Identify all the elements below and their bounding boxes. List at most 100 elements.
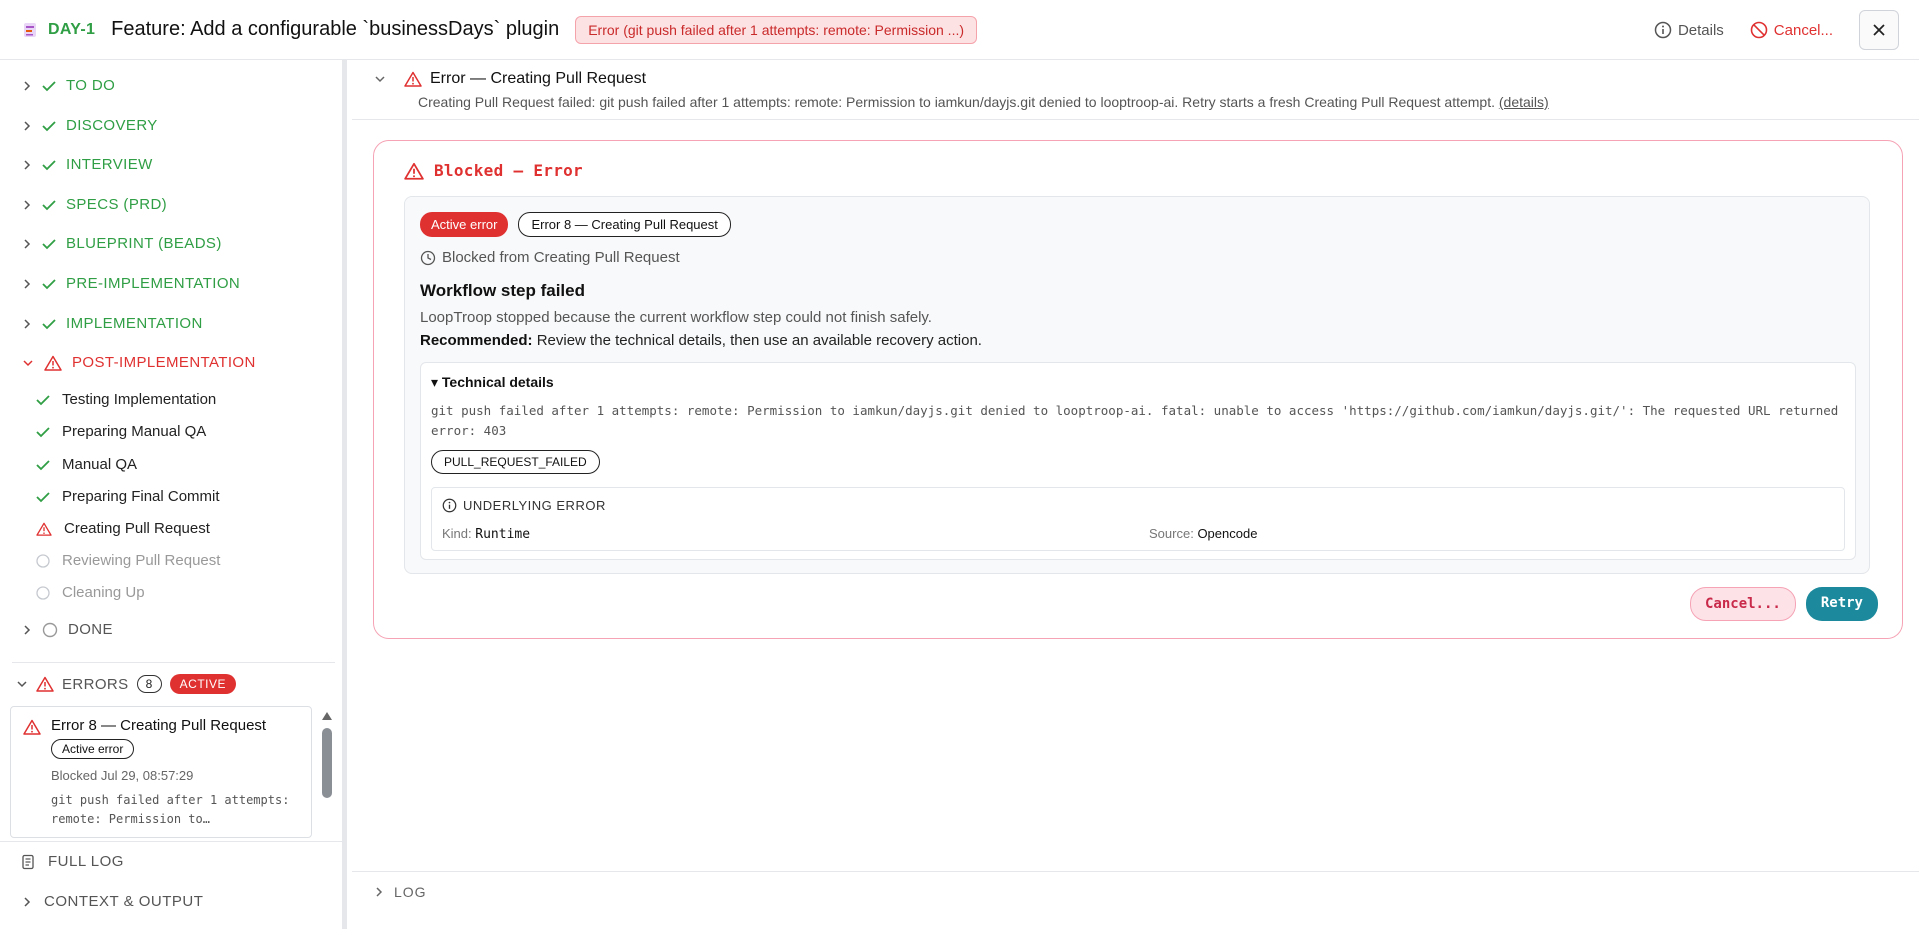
chevron-right-icon	[22, 318, 32, 330]
details-link[interactable]: (details)	[1499, 94, 1549, 110]
substep-testing-implementation[interactable]: Testing Implementation	[36, 391, 216, 408]
warning-icon	[44, 355, 62, 371]
blocked-from: Blocked from Creating Pull Request	[420, 249, 680, 266]
warning-icon	[404, 162, 434, 180]
blocked-title: Blocked — Error	[404, 161, 583, 180]
check-icon	[42, 318, 56, 330]
errors-scrollbar-thumb[interactable]	[322, 728, 332, 798]
phase-done[interactable]: DONE	[22, 621, 113, 638]
phase-interview[interactable]: INTERVIEW	[22, 156, 153, 173]
phase-label: POST-IMPLEMENTATION	[72, 354, 256, 371]
phase-discovery[interactable]: DISCOVERY	[22, 117, 158, 134]
active-error-badge: Active error	[420, 212, 509, 237]
blocked-from-text: Blocked from Creating Pull Request	[442, 249, 680, 266]
phase-label: INTERVIEW	[66, 156, 153, 173]
chevron-down-icon	[22, 358, 34, 368]
phase-post-implementation[interactable]: POST-IMPLEMENTATION	[22, 354, 256, 371]
error-kind: Kind: Runtime	[442, 526, 530, 542]
cancel-label: Cancel...	[1773, 21, 1833, 39]
error-detail-panel: Active error Error 8 — Creating Pull Req…	[404, 196, 1870, 574]
substep-reviewing-pull-request[interactable]: Reviewing Pull Request	[36, 552, 220, 569]
technical-details: ▾ Technical details git push failed afte…	[420, 362, 1856, 560]
error-source: Source: Opencode	[1149, 526, 1257, 541]
substep-label: Creating Pull Request	[64, 520, 210, 537]
substep-label: Cleaning Up	[62, 584, 145, 601]
error-header-title: Error — Creating Pull Request	[430, 70, 647, 87]
technical-details-toggle[interactable]: ▾ Technical details	[431, 374, 554, 391]
substep-label: Reviewing Pull Request	[62, 552, 221, 569]
check-icon	[42, 199, 56, 211]
phase-label: TO DO	[66, 77, 116, 94]
check-icon	[42, 80, 56, 92]
check-icon	[36, 459, 50, 471]
main-panel: Error — Creating Pull Request Creating P…	[352, 60, 1919, 929]
error-number-badge: Error 8 — Creating Pull Request	[518, 212, 731, 237]
chevron-right-icon	[374, 886, 394, 898]
phase-label: IMPLEMENTATION	[66, 315, 203, 332]
chevron-right-icon	[22, 624, 32, 636]
blocked-title-text: Blocked — Error	[434, 161, 583, 180]
log-toggle[interactable]: LOG	[374, 884, 427, 900]
full-log-label: FULL LOG	[48, 853, 124, 870]
chevron-down-icon	[374, 74, 394, 84]
phase-label: DONE	[68, 621, 113, 638]
substep-label: Preparing Manual QA	[62, 423, 207, 440]
cancel-button[interactable]: Cancel...	[1750, 21, 1833, 39]
source-value: Opencode	[1197, 526, 1258, 541]
substep-label: Testing Implementation	[62, 391, 217, 408]
error-header-toggle[interactable]: Error — Creating Pull Request	[374, 70, 1897, 88]
error-item-message: git push failed after 1 attempts: remote…	[51, 793, 290, 826]
chevron-right-icon	[22, 120, 32, 132]
pending-circle-icon	[36, 553, 50, 568]
substep-preparing-manual-qa[interactable]: Preparing Manual QA	[36, 423, 206, 440]
full-log-toggle[interactable]: FULL LOG	[20, 853, 124, 870]
kind-value: Runtime	[475, 527, 531, 542]
warning-icon	[36, 522, 52, 536]
chevron-right-icon	[22, 159, 32, 171]
check-icon	[42, 159, 56, 171]
source-label: Source:	[1149, 526, 1194, 541]
error-list-item[interactable]: Error 8 — Creating Pull Request Active e…	[10, 706, 312, 838]
log-label: LOG	[394, 884, 427, 900]
workflow-sidebar: TO DO DISCOVERY INTERVIEW SPECS (PRD) BL…	[0, 60, 347, 929]
substep-manual-qa[interactable]: Manual QA	[36, 456, 137, 473]
kind-label: Kind:	[442, 526, 472, 541]
phase-label: SPECS (PRD)	[66, 196, 168, 213]
phase-label: BLUEPRINT (BEADS)	[66, 235, 222, 252]
context-output-toggle[interactable]: CONTEXT & OUTPUT	[22, 893, 203, 910]
check-icon	[42, 120, 56, 132]
details-button[interactable]: Details	[1654, 21, 1724, 39]
recommended-label: Recommended:	[420, 332, 533, 349]
chevron-right-icon	[22, 80, 32, 92]
error-item-title: Error 8 — Creating Pull Request	[51, 717, 267, 734]
close-button[interactable]	[1859, 10, 1899, 50]
status-badge: Error (git push failed after 1 attempts:…	[575, 15, 978, 44]
errors-count-badge: 8	[136, 675, 162, 693]
info-icon	[1654, 21, 1678, 39]
retry-button[interactable]: Retry	[1805, 587, 1878, 621]
check-icon	[42, 238, 56, 250]
substep-cleaning-up[interactable]: Cleaning Up	[36, 584, 145, 601]
error-code-badge: PULL_REQUEST_FAILED	[431, 450, 600, 474]
sidebar-divider	[12, 662, 335, 663]
phase-implementation[interactable]: IMPLEMENTATION	[22, 315, 203, 332]
error-header-description: Creating Pull Request failed: git push f…	[418, 94, 1897, 110]
context-output-label: CONTEXT & OUTPUT	[44, 893, 204, 910]
ban-icon	[1750, 21, 1774, 39]
substep-creating-pull-request[interactable]: Creating Pull Request	[36, 520, 210, 537]
sidebar-divider	[0, 841, 342, 842]
underlying-error-label: UNDERLYING ERROR	[463, 498, 606, 513]
cancel-ticket-button[interactable]: Cancel...	[1689, 587, 1796, 621]
warning-icon	[404, 71, 430, 87]
phase-pre-implementation[interactable]: PRE-IMPLEMENTATION	[22, 275, 240, 292]
phase-todo[interactable]: TO DO	[22, 77, 115, 94]
check-icon	[36, 394, 50, 406]
app-logo-icon	[22, 21, 38, 39]
chevron-right-icon	[22, 896, 44, 908]
phase-specs[interactable]: SPECS (PRD)	[22, 196, 167, 213]
phase-label: PRE-IMPLEMENTATION	[66, 275, 241, 292]
errors-section-toggle[interactable]: ERRORS 8 ACTIVE	[16, 674, 236, 694]
substep-preparing-final-commit[interactable]: Preparing Final Commit	[36, 488, 220, 505]
phase-blueprint[interactable]: BLUEPRINT (BEADS)	[22, 235, 222, 252]
chevron-right-icon	[22, 278, 32, 290]
